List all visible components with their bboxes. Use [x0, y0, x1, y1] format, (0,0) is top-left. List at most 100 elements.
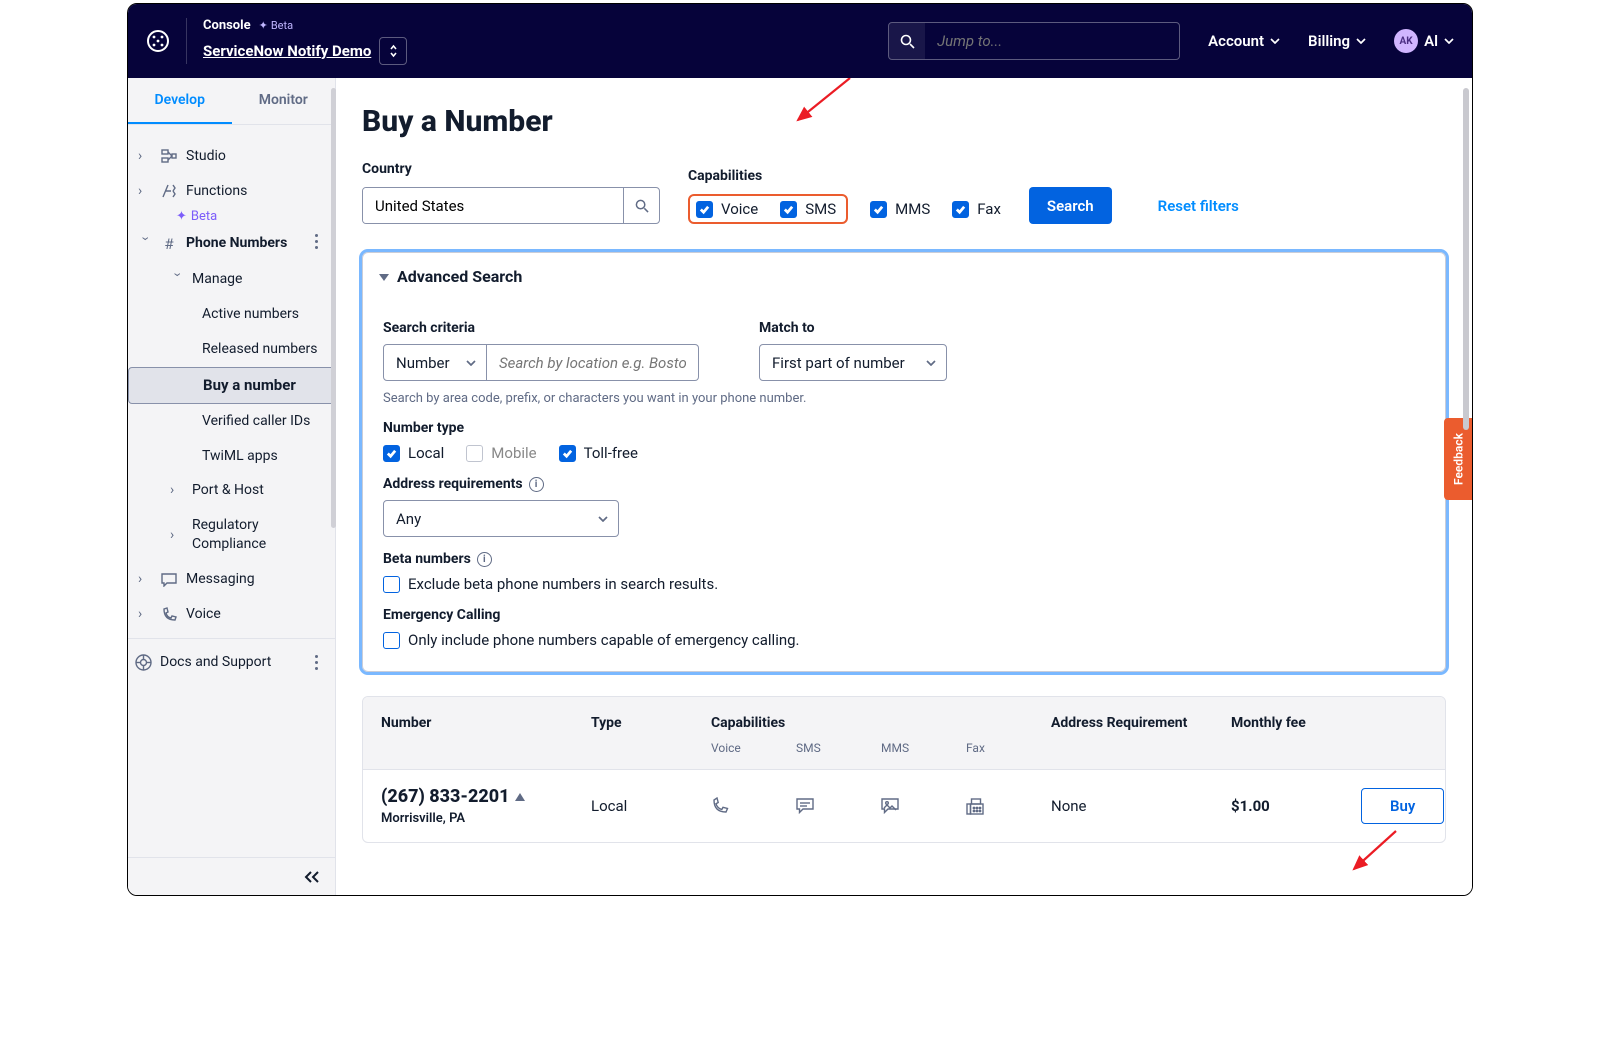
triangle-up-icon	[514, 791, 526, 803]
advanced-search-toggle[interactable]: Advanced Search	[363, 253, 1445, 300]
sidebar-item-manage[interactable]: › Manage	[128, 262, 335, 297]
chevron-down-icon: ›	[136, 236, 155, 250]
sidebar-item-phone-numbers[interactable]: › # Phone Numbers	[128, 224, 335, 262]
subcol-voice: Voice	[711, 741, 796, 755]
match-to-label: Match to	[759, 320, 947, 336]
collapse-sidebar[interactable]	[128, 857, 335, 895]
phone-location: Morrisville, PA	[381, 811, 591, 826]
checkbox-local[interactable]: Local	[383, 444, 444, 462]
feedback-tab[interactable]: Feedback	[1444, 418, 1473, 500]
annotation-highlight: Voice SMS	[688, 194, 848, 224]
row-type: Local	[591, 797, 711, 815]
more-icon[interactable]	[307, 234, 325, 249]
chevron-right-icon: ›	[138, 605, 152, 624]
chevron-down-icon	[466, 360, 476, 366]
sidebar-item-regulatory-compliance[interactable]: › Regulatory Compliance	[128, 508, 335, 562]
row-fee: $1.00	[1231, 797, 1361, 815]
emergency-label: Emergency Calling	[383, 607, 1425, 623]
mms-icon	[881, 798, 966, 814]
checkbox-mms[interactable]: MMS	[870, 200, 930, 218]
chevron-right-icon: ›	[170, 526, 184, 545]
search-icon	[889, 23, 925, 59]
capabilities-label: Capabilities	[688, 168, 1001, 184]
chevron-right-icon: ›	[138, 570, 152, 589]
sidebar-item-studio[interactable]: › Studio	[128, 139, 335, 174]
fax-icon	[966, 798, 1051, 815]
search-button[interactable]: Search	[1029, 187, 1112, 224]
billing-menu[interactable]: Billing	[1308, 32, 1366, 50]
info-icon[interactable]: i	[477, 552, 492, 567]
country-input[interactable]	[363, 188, 623, 223]
buy-button[interactable]: Buy	[1361, 788, 1444, 824]
main-scrollbar[interactable]	[1463, 88, 1469, 430]
col-type: Type	[591, 715, 711, 731]
beta-badge: ✦Beta	[259, 19, 294, 32]
sidebar-item-docs[interactable]: Docs and Support	[128, 645, 335, 680]
col-fee: Monthly fee	[1231, 715, 1361, 731]
console-label: Console	[203, 18, 251, 33]
chevron-down-icon: ›	[168, 272, 187, 286]
number-type-label: Number type	[383, 420, 1425, 436]
subcol-sms: SMS	[796, 741, 881, 755]
checkbox-voice[interactable]: Voice	[696, 200, 758, 218]
project-switcher[interactable]	[379, 37, 407, 65]
checkbox-fax[interactable]: Fax	[952, 200, 1001, 218]
tab-monitor[interactable]: Monitor	[232, 78, 336, 124]
help-icon	[134, 654, 152, 671]
sidebar-item-functions[interactable]: › Functions	[128, 174, 335, 209]
checkbox-emergency[interactable]: Only include phone numbers capable of em…	[383, 631, 1425, 649]
sidebar-item-messaging[interactable]: › Messaging	[128, 562, 335, 597]
checkbox-sms[interactable]: SMS	[780, 200, 836, 218]
chevron-right-icon: ›	[138, 147, 152, 166]
checkbox-exclude-beta[interactable]: Exclude beta phone numbers in search res…	[383, 575, 1425, 593]
hash-icon: #	[160, 234, 178, 254]
subcol-mms: MMS	[881, 741, 966, 755]
match-to-select[interactable]: First part of number	[759, 344, 947, 381]
row-addr: None	[1051, 797, 1231, 815]
checkbox-mobile[interactable]: Mobile	[466, 444, 536, 462]
sidebar-item-active-numbers[interactable]: Active numbers	[128, 297, 335, 332]
logo-icon[interactable]	[146, 29, 170, 53]
address-req-label: Address requirements i	[383, 476, 1425, 492]
search-input[interactable]	[925, 23, 1179, 59]
reset-filters-link[interactable]: Reset filters	[1140, 187, 1257, 224]
functions-icon	[160, 184, 178, 198]
sidebar-item-buy-number[interactable]: Buy a number	[128, 367, 335, 404]
location-input[interactable]	[487, 344, 699, 381]
sidebar-item-voice[interactable]: › Voice	[128, 597, 335, 632]
subcol-fax: Fax	[966, 741, 1051, 755]
more-icon[interactable]	[307, 655, 325, 670]
table-row[interactable]: (267) 833-2201 Morrisville, PA Local Non…	[363, 769, 1445, 842]
sidebar-beta-badge: ✦Beta	[128, 209, 335, 224]
project-name[interactable]: ServiceNow Notify Demo	[203, 42, 371, 60]
tab-develop[interactable]: Develop	[128, 78, 232, 124]
account-menu[interactable]: Account	[1208, 32, 1280, 50]
chevron-down-icon	[598, 516, 608, 522]
chevron-right-icon: ›	[170, 481, 184, 500]
chevron-down-icon	[926, 360, 936, 366]
user-menu[interactable]: AK Al	[1394, 29, 1454, 53]
col-caps: Capabilities	[711, 715, 1051, 731]
sidebar-item-released-numbers[interactable]: Released numbers	[128, 332, 335, 367]
criteria-select[interactable]: Number	[383, 344, 487, 381]
country-label: Country	[362, 161, 660, 177]
message-icon	[160, 573, 178, 587]
address-req-select[interactable]: Any	[383, 500, 619, 537]
phone-number: (267) 833-2201	[381, 786, 510, 807]
chevron-right-icon: ›	[138, 182, 152, 201]
global-search[interactable]	[888, 22, 1180, 60]
criteria-hint: Search by area code, prefix, or characte…	[383, 391, 1425, 406]
beta-numbers-label: Beta numbers i	[383, 551, 1425, 567]
sidebar-item-twiml-apps[interactable]: TwiML apps	[128, 439, 335, 474]
voice-icon	[711, 797, 796, 815]
country-input-wrap	[362, 187, 660, 224]
sms-icon	[796, 798, 881, 814]
phone-icon	[160, 607, 178, 622]
search-criteria-label: Search criteria	[383, 320, 699, 336]
checkbox-tollfree[interactable]: Toll-free	[559, 444, 638, 462]
sidebar-item-verified-caller-ids[interactable]: Verified caller IDs	[128, 404, 335, 439]
country-search-button[interactable]	[623, 188, 659, 223]
info-icon[interactable]: i	[529, 477, 544, 492]
studio-icon	[160, 149, 178, 163]
sidebar-item-port-host[interactable]: › Port & Host	[128, 473, 335, 508]
